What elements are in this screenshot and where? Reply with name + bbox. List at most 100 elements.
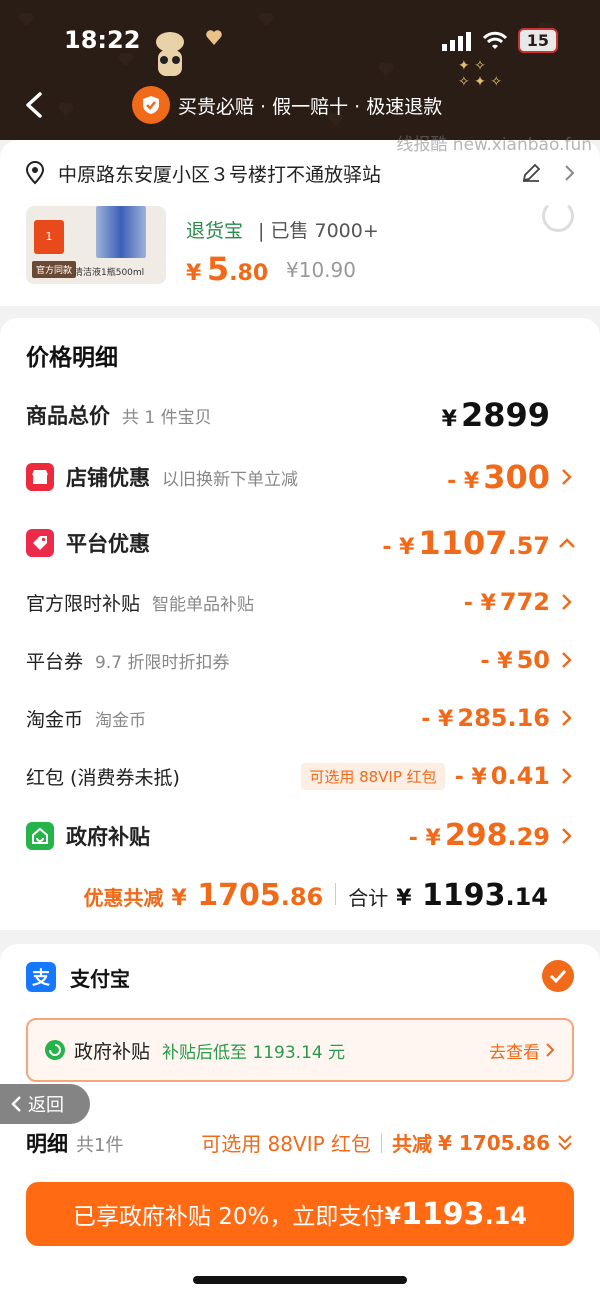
gov-banner-label: 政府补贴 <box>74 1040 151 1063</box>
selected-check-icon[interactable] <box>542 960 574 992</box>
gov-subsidy-label: 政府补贴 <box>66 824 150 849</box>
vip-red-packet-tag[interactable]: 可选用 88VIP 红包 <box>301 762 445 790</box>
status-icons: 15 <box>441 28 558 53</box>
price-symbol: ¥ <box>186 261 202 286</box>
taojinbi-amount: - ¥ 285.16 <box>421 704 550 732</box>
wifi-icon <box>482 31 507 49</box>
header-banner: 18:22 15 ✦ ✧ ✧ ✦ ✧ 买贵必赔 · 假一赔十 · 极速退款 <box>0 0 600 140</box>
taojinbi-sub: 淘金币 <box>95 710 147 731</box>
bottom-discount-label: 共减 <box>392 1132 433 1156</box>
signal-icon <box>441 31 471 51</box>
chevron-right-icon[interactable] <box>558 468 576 486</box>
grand-total-int: 1193 <box>421 878 506 913</box>
platform-discount-prefix: - ¥ <box>382 535 415 560</box>
product-bottle-image <box>96 206 146 258</box>
return-guarantee-label: 退货宝 <box>186 220 244 242</box>
platform-discount-dec: .57 <box>507 532 550 560</box>
gov-subsidy-icon <box>26 821 54 850</box>
detail-summary[interactable]: 明细 共1件 <box>26 1128 123 1158</box>
chevron-right-icon[interactable] <box>558 651 576 669</box>
divider <box>381 1132 383 1153</box>
grand-total-symbol: ¥ <box>396 886 412 911</box>
store-icon <box>26 463 54 491</box>
price-dec: .80 <box>229 261 269 286</box>
clock: 18:22 <box>64 26 141 54</box>
pay-button-int: 1193 <box>401 1196 485 1232</box>
store-discount-value: 300 <box>483 458 550 496</box>
guarantee-banner: 买贵必赔 · 假一赔十 · 极速退款 <box>132 86 442 124</box>
red-packet-amount: - ¥ 0.41 <box>455 762 550 790</box>
chevron-right-icon[interactable] <box>558 593 576 611</box>
official-subsidy-sub: 智能单品补贴 <box>152 594 255 615</box>
platform-discount-int: 1107 <box>418 524 508 562</box>
platform-discount-amount: - ¥ 1107.57 <box>382 524 550 562</box>
total-symbol: ¥ <box>441 407 457 432</box>
chevron-right-icon[interactable] <box>558 767 576 785</box>
total-label: 商品总价 <box>26 404 110 428</box>
edit-pencil-icon[interactable] <box>520 162 542 184</box>
payment-method-alipay[interactable]: 支 支付宝 <box>26 962 130 992</box>
shield-check-icon <box>132 86 170 124</box>
pay-now-button[interactable]: 已享政府补贴 20%，立即支付 ¥1193.14 <box>26 1182 574 1246</box>
taojinbi-label: 淘金币 <box>26 708 84 731</box>
store-discount-amount: - ¥ 300 <box>447 458 550 496</box>
detail-label: 明细 <box>26 1132 68 1156</box>
vip-red-packet-link[interactable]: 可选用 88VIP 红包 <box>201 1128 371 1157</box>
price-int: 5 <box>206 250 230 288</box>
official-subsidy-prefix: - ¥ <box>463 591 496 616</box>
store-discount-prefix: - ¥ <box>447 469 480 494</box>
total-amount: ¥ 2899 <box>442 396 550 434</box>
location-pin-icon <box>25 161 45 185</box>
heart-badge-icon <box>206 30 222 45</box>
discount-total-dec: .86 <box>280 883 324 911</box>
grand-total-dec: .14 <box>505 883 548 911</box>
store-discount-sub: 以旧换新下单立减 <box>162 469 298 490</box>
thumb-caption: 清洁液1瓶500ml <box>74 268 145 278</box>
pay-button-dec: .14 <box>484 1201 528 1230</box>
chevron-up-icon[interactable] <box>558 534 576 552</box>
pay-button-symbol: ¥ <box>384 1201 402 1230</box>
detail-right[interactable]: 可选用 88VIP 红包 共减 ¥ 1705.86 <box>201 1128 574 1157</box>
row-gov-subsidy[interactable]: 政府补贴 - ¥ 298.29 <box>26 818 576 853</box>
platform-coupon-value: 50 <box>516 646 550 674</box>
thumb-tag: 官方同款 <box>32 261 77 278</box>
sold-count: | 已售 7000+ <box>258 220 379 242</box>
alipay-icon: 支 <box>26 962 56 992</box>
home-indicator <box>193 1276 407 1284</box>
row-red-packet[interactable]: 红包 (消费券未抵) 可选用 88VIP 红包 - ¥ 0.41 <box>26 762 576 790</box>
gov-subsidy-banner[interactable]: 政府补贴 补贴后低至 1193.14 元 去查看 <box>26 1018 574 1082</box>
gov-subsidy-dec: .29 <box>507 823 550 851</box>
red-packet-label: 红包 (消费券未抵) <box>26 766 180 789</box>
row-taojinbi[interactable]: 淘金币 淘金币 - ¥ 285.16 <box>26 704 576 732</box>
row-official-subsidy[interactable]: 官方限时补贴 智能单品补贴 - ¥ 772 <box>26 588 576 616</box>
gov-banner-link[interactable]: 去查看 <box>489 1038 556 1063</box>
sold-count-text: 已售 7000+ <box>270 220 379 242</box>
platform-coupon-amount: - ¥ 50 <box>480 646 550 674</box>
official-subsidy-amount: - ¥ 772 <box>464 588 550 616</box>
sparkle-stars-icon: ✦ ✧ ✧ ✦ ✧ <box>458 58 503 90</box>
discount-total-label: 优惠共减 <box>83 886 164 910</box>
taojinbi-value: 285.16 <box>457 704 550 732</box>
chevron-right-icon[interactable] <box>558 709 576 727</box>
platform-discount-label: 平台优惠 <box>66 532 150 556</box>
product-card[interactable]: 1 官方同款 清洁液1瓶500ml 退货宝 | 已售 7000+ ¥ 5.80 … <box>0 200 600 306</box>
pay-button-amount: ¥1193.14 <box>384 1197 527 1232</box>
row-platform-coupon[interactable]: 平台券 9.7 折限时折扣券 - ¥ 50 <box>26 646 576 674</box>
row-store-discount[interactable]: 店铺优惠 以旧换新下单立减 - ¥ 300 <box>26 458 576 496</box>
double-chevron-down-icon[interactable] <box>556 1133 574 1153</box>
chevron-right-icon[interactable] <box>564 164 576 182</box>
discount-total-symbol: ¥ <box>171 886 187 911</box>
official-subsidy-label: 官方限时补贴 <box>26 592 141 615</box>
row-platform-discount[interactable]: 平台优惠 - ¥ 1107.57 <box>26 524 576 562</box>
floating-back-button[interactable]: 返回 <box>0 1084 90 1124</box>
taojinbi-prefix: - ¥ <box>421 707 454 732</box>
address-text: 中原路东安厦小区３号楼打不通放驿站 <box>58 163 382 186</box>
grand-total-amount: ¥ 1193.14 <box>396 878 548 913</box>
total-value: 2899 <box>460 396 550 434</box>
chevron-right-icon[interactable] <box>558 827 576 845</box>
back-chevron-icon[interactable] <box>20 90 50 120</box>
price-detail-card: 价格明细 商品总价 共 1 件宝贝 ¥ 2899 店铺优惠 以旧换新下单立减 -… <box>0 318 600 930</box>
platform-coupon-label: 平台券 <box>26 650 84 673</box>
product-thumbnail[interactable]: 1 官方同款 清洁液1瓶500ml <box>26 206 166 284</box>
gov-subsidy-green-icon <box>45 1040 65 1060</box>
